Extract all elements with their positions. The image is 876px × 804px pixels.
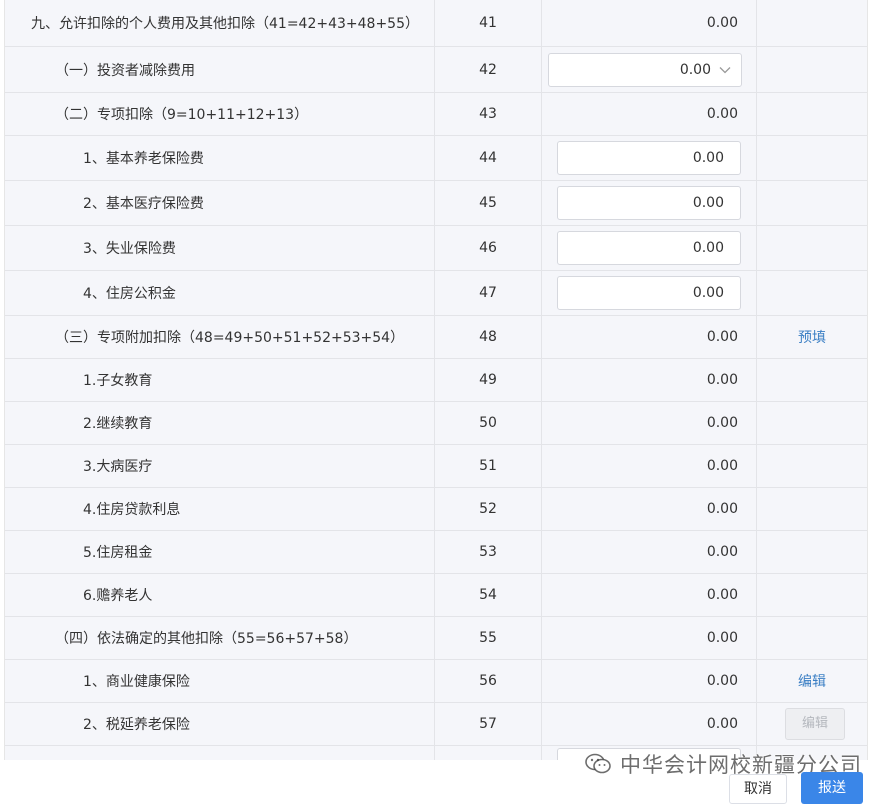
edit-health-insurance-link[interactable]: 编辑 bbox=[757, 671, 867, 691]
housing-fund-input[interactable]: 0.00 bbox=[557, 276, 741, 310]
row-amount: 0.00 bbox=[706, 501, 738, 517]
row-label: 2.继续教育 bbox=[83, 416, 153, 432]
row-label: 1、商业健康保险 bbox=[83, 674, 190, 690]
row-label: （四）依法确定的其他扣除（55=56+57+58） bbox=[55, 631, 358, 647]
table-row: 4、住房公积金 47 0.00 bbox=[5, 271, 867, 316]
row-number: 56 bbox=[479, 673, 497, 689]
row-label: 1、基本养老保险费 bbox=[83, 151, 204, 167]
cancel-button[interactable]: 取消 bbox=[729, 774, 787, 804]
input-value: 0.00 bbox=[692, 285, 724, 301]
table-row: 6.赡养老人 54 0.00 bbox=[5, 574, 867, 617]
row-amount: 0.00 bbox=[706, 587, 738, 603]
row-number: 49 bbox=[479, 372, 497, 388]
row-label: （三）专项附加扣除（48=49+50+51+52+53+54） bbox=[55, 330, 405, 346]
deduction-table: 九、允许扣除的个人费用及其他扣除（41=42+43+48+55） 41 0.00… bbox=[4, 0, 868, 760]
row-amount: 0.00 bbox=[706, 329, 738, 345]
row-label: 九、允许扣除的个人费用及其他扣除（41=42+43+48+55） bbox=[31, 16, 419, 32]
row-number: 41 bbox=[479, 15, 497, 31]
row-number: 51 bbox=[479, 458, 497, 474]
table-row: 2.继续教育 50 0.00 bbox=[5, 402, 867, 445]
input-value: 0.00 bbox=[692, 195, 724, 211]
table-row: 九、允许扣除的个人费用及其他扣除（41=42+43+48+55） 41 0.00 bbox=[5, 0, 867, 47]
table-row: 5.住房租金 53 0.00 bbox=[5, 531, 867, 574]
row-amount: 0.00 bbox=[706, 372, 738, 388]
row-amount: 0.00 bbox=[706, 544, 738, 560]
pension-insurance-input[interactable]: 0.00 bbox=[557, 141, 741, 175]
table-row: （四）依法确定的其他扣除（55=56+57+58） 55 0.00 bbox=[5, 617, 867, 660]
input-value: 0.00 bbox=[692, 150, 724, 166]
row-label: 1.子女教育 bbox=[83, 373, 153, 389]
row-label: 2、税延养老保险 bbox=[83, 717, 190, 733]
row-number: 50 bbox=[479, 415, 497, 431]
row-label: （二）专项扣除（9=10+11+12+13） bbox=[55, 107, 309, 123]
select-value: 0.00 bbox=[679, 61, 711, 78]
table-row: 2、税延养老保险 57 0.00 编辑 bbox=[5, 703, 867, 746]
table-row: 1、商业健康保险 56 0.00 编辑 bbox=[5, 660, 867, 703]
table-row: （一）投资者减除费用 42 0.00 bbox=[5, 47, 867, 93]
wechat-icon bbox=[585, 753, 611, 774]
input-value: 0.00 bbox=[692, 240, 724, 256]
edit-pension-button-disabled: 编辑 bbox=[785, 708, 845, 740]
table-row: （三）专项附加扣除（48=49+50+51+52+53+54） 48 0.00 … bbox=[5, 316, 867, 359]
table-row: 1.子女教育 49 0.00 bbox=[5, 359, 867, 402]
row-amount: 0.00 bbox=[706, 15, 738, 31]
table-row: 3、失业保险费 46 0.00 bbox=[5, 226, 867, 271]
row-amount: 0.00 bbox=[706, 630, 738, 646]
unemployment-insurance-input[interactable]: 0.00 bbox=[557, 231, 741, 265]
submit-button[interactable]: 报送 bbox=[801, 772, 863, 804]
row-label: 6.赡养老人 bbox=[83, 588, 153, 604]
row-amount: 0.00 bbox=[706, 106, 738, 122]
table-row: 3.大病医疗 51 0.00 bbox=[5, 445, 867, 488]
row-number: 53 bbox=[479, 544, 497, 560]
row-amount: 0.00 bbox=[706, 716, 738, 732]
row-label: 3、失业保险费 bbox=[83, 241, 176, 257]
table-row: 1、基本养老保险费 44 0.00 bbox=[5, 136, 867, 181]
table-row: （二）专项扣除（9=10+11+12+13） 43 0.00 bbox=[5, 93, 867, 136]
row-number: 42 bbox=[479, 61, 497, 78]
medical-insurance-input[interactable]: 0.00 bbox=[557, 186, 741, 220]
row-number: 45 bbox=[479, 195, 497, 211]
row-number: 47 bbox=[479, 285, 497, 301]
table-row: 4.住房贷款利息 52 0.00 bbox=[5, 488, 867, 531]
row-amount: 0.00 bbox=[706, 415, 738, 431]
investor-deduction-select[interactable]: 0.00 bbox=[548, 52, 742, 87]
row-label: 4.住房贷款利息 bbox=[83, 502, 181, 518]
table-row: 2、基本医疗保险费 45 0.00 bbox=[5, 181, 867, 226]
row-number: 44 bbox=[479, 150, 497, 166]
row-amount: 0.00 bbox=[706, 673, 738, 689]
row-number: 46 bbox=[479, 240, 497, 256]
row-amount: 0.00 bbox=[706, 458, 738, 474]
row-number: 52 bbox=[479, 501, 497, 517]
row-label: 4、住房公积金 bbox=[83, 286, 176, 302]
row-number: 55 bbox=[479, 630, 497, 646]
row-number: 54 bbox=[479, 587, 497, 603]
row-number: 48 bbox=[479, 329, 497, 345]
row-label: （一）投资者减除费用 bbox=[55, 62, 195, 79]
row-number: 57 bbox=[479, 716, 497, 732]
row-label: 5.住房租金 bbox=[83, 545, 153, 561]
row-label: 2、基本医疗保险费 bbox=[83, 196, 204, 212]
chevron-down-icon bbox=[719, 66, 731, 73]
row-number: 43 bbox=[479, 106, 497, 122]
prefill-link[interactable]: 预填 bbox=[757, 327, 867, 347]
row-label: 3.大病医疗 bbox=[83, 459, 153, 475]
